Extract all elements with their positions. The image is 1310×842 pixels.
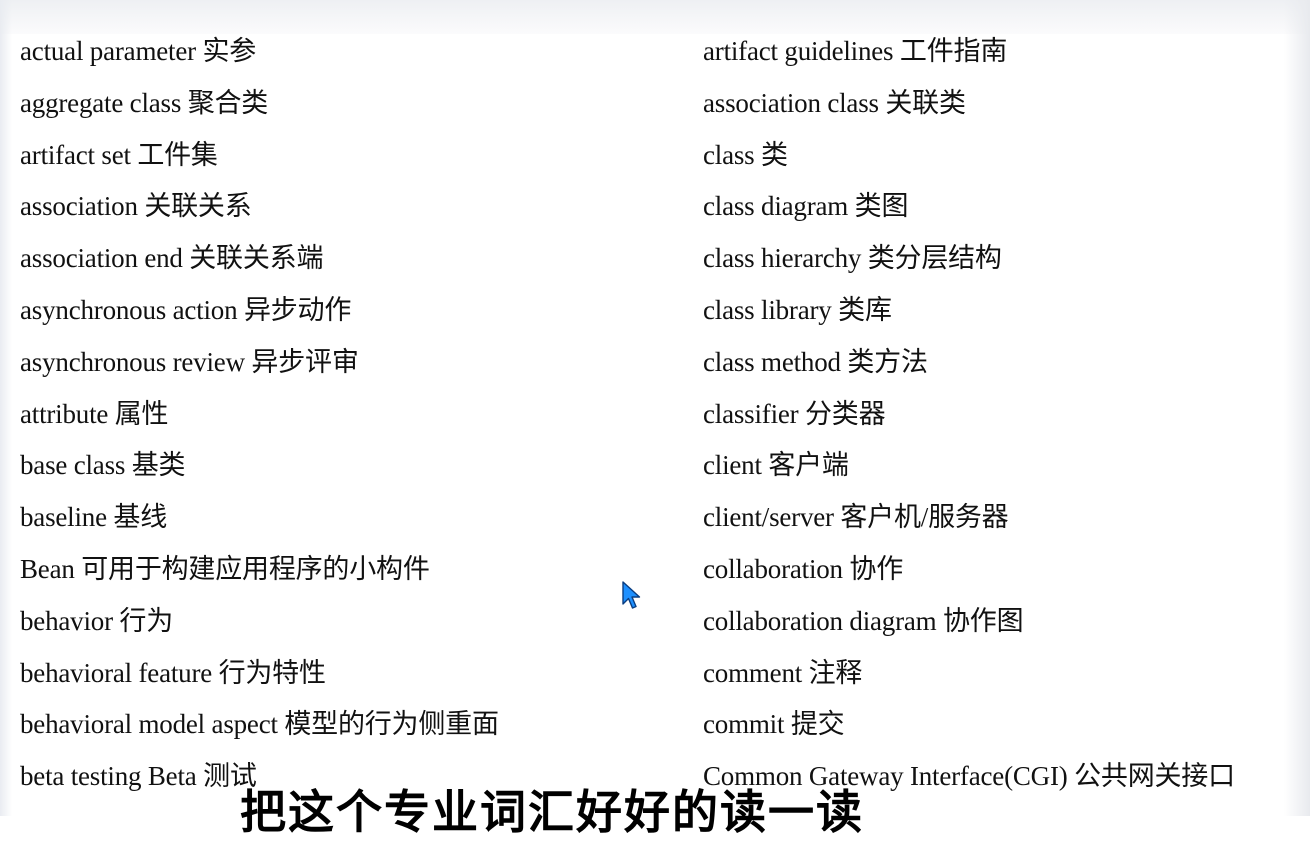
- left-edge-shadow: [0, 0, 12, 816]
- mouse-pointer-icon: [622, 581, 641, 609]
- glossary-entry: collaboration diagram 协作图: [703, 605, 1024, 636]
- glossary-entry: association end 关联关系端: [20, 243, 324, 274]
- glossary-entry: client 客户端: [703, 450, 849, 481]
- glossary-entry: class hierarchy 类分层结构: [703, 243, 1002, 274]
- glossary-entry: association class 关联类: [703, 87, 966, 118]
- glossary-column-left: actual parameter 实参 aggregate class 聚合类 …: [20, 26, 680, 803]
- glossary-entry: Bean 可用于构建应用程序的小构件: [20, 553, 430, 584]
- glossary-entry: aggregate class 聚合类: [20, 87, 269, 118]
- glossary-entry: behavioral feature 行为特性: [20, 657, 326, 688]
- glossary-entry: artifact guidelines 工件指南: [703, 36, 1008, 66]
- glossary-entry: behavioral model aspect 模型的行为侧重面: [20, 709, 499, 740]
- glossary-entry: client/server 客户机/服务器: [703, 502, 1009, 533]
- glossary-entry: baseline 基线: [20, 502, 168, 533]
- glossary-entry: asynchronous review 异步评审: [20, 346, 359, 377]
- glossary-entry: comment 注释: [703, 657, 863, 688]
- video-subtitle: 把这个专业词汇好好的读一读: [240, 785, 864, 839]
- glossary-entry: artifact set 工件集: [20, 139, 218, 170]
- glossary-entry: collaboration 协作: [703, 553, 903, 584]
- glossary-column-right: artifact guidelines 工件指南 association cla…: [703, 26, 1303, 803]
- glossary-entry: class library 类库: [703, 294, 892, 325]
- glossary-entry: class diagram 类图: [703, 191, 909, 222]
- glossary-entry: classifier 分类器: [703, 398, 886, 429]
- glossary-entry: behavior 行为: [20, 605, 174, 636]
- glossary-entry: base class 基类: [20, 450, 186, 481]
- glossary-entry: association 关联关系: [20, 191, 252, 222]
- glossary-entry: commit 提交: [703, 709, 845, 740]
- glossary-entry: actual parameter 实参: [20, 36, 257, 66]
- glossary-entry: attribute 属性: [20, 398, 169, 429]
- glossary-entry: class 类: [703, 139, 788, 170]
- glossary-entry: asynchronous action 异步动作: [20, 294, 352, 325]
- glossary-entry: class method 类方法: [703, 346, 928, 377]
